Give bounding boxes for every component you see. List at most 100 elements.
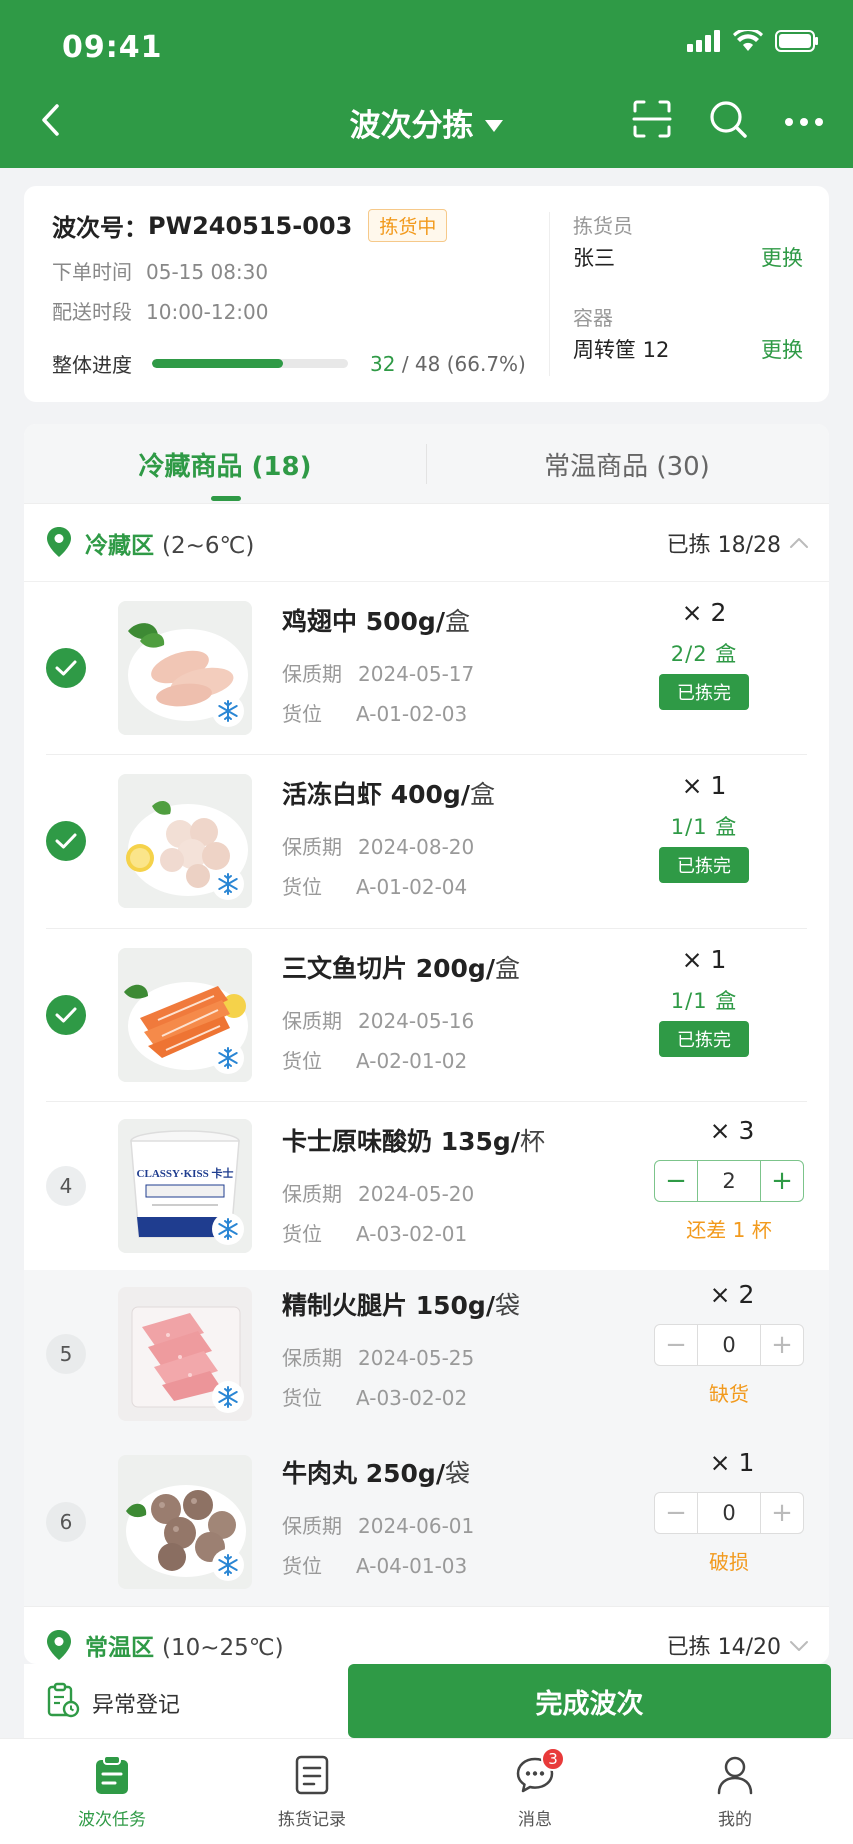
picked-complete-badge: 已拣完 [659,1021,749,1057]
complete-wave-button[interactable]: 完成波次 [348,1664,831,1738]
decrement-button[interactable]: − [655,1325,697,1365]
container-value: 周转筐 12 [573,338,670,362]
location-value: A-02-01-02 [356,1049,468,1073]
tab-refrigerated[interactable]: 冷藏商品 (18) [24,424,426,504]
change-container-link[interactable]: 更换 [761,334,803,364]
exception-report-label: 异常登记 [92,1693,181,1718]
list-item[interactable]: 6 牛肉丸 250g/袋 保质期 2024-06-01 货位 A-04-01-03 … [24,1438,829,1606]
product-spec: 500g/ [365,607,445,636]
zone-header-cold[interactable]: 冷藏区 (2~6℃) 已拣 18/28 [24,504,829,582]
shelf-life-label: 保质期 [282,835,342,859]
tab-label: 消息 [518,1810,552,1830]
unread-badge: 3 [541,1747,565,1771]
search-button[interactable] [705,98,751,144]
app-header: 09:41 波次分拣 [0,0,853,168]
tab-ambient[interactable]: 常温商品 (30) [426,424,828,504]
document-icon [290,1753,334,1797]
product-image [118,601,252,735]
shelf-life-value: 2024-08-20 [358,835,475,859]
picked-qty: 1/1 盒 [670,989,738,1013]
location-value: A-04-01-03 [356,1554,468,1578]
snowflake-icon [212,1381,244,1413]
tab-label: 波次任务 [78,1810,146,1830]
decrement-button[interactable]: − [655,1493,697,1533]
scan-icon [632,99,672,143]
item-index: 6 [46,1502,86,1542]
list-item[interactable]: 5 精制火腿片 150g/袋 保质期 2024-05-25 货位 A-03-02-0… [24,1270,829,1438]
quantity-value[interactable]: 0 [697,1325,761,1365]
product-unit: 盒 [444,607,470,636]
container-label: 容器 [573,306,613,330]
tab-wave-tasks[interactable]: 波次任务 [42,1753,182,1830]
more-icon [784,112,824,131]
progress-bar-fill [152,359,283,368]
required-qty: × 1 [709,1448,755,1477]
list-item[interactable]: 鸡翅中 500g/盒 保质期 2024-05-17 货位 A-01-02-03 × … [24,582,829,755]
product-title: 卡士原味酸奶 [282,1127,433,1156]
more-button[interactable] [781,98,827,144]
increment-button[interactable]: + [761,1161,803,1201]
zone-name: 常温区 (10~25℃) [85,1628,284,1662]
change-picker-link[interactable]: 更换 [761,242,803,272]
shelf-life-value: 2024-05-16 [358,1009,475,1033]
snowflake-icon [212,1042,244,1074]
bottom-tab-bar: 波次任务 拣货记录 3 消息 我的 [0,1738,853,1844]
overall-progress: 整体进度 32 / 48 (66.7%) [52,349,526,378]
location-label: 货位 [282,702,322,726]
location-row: 货位 A-03-02-02 [282,1382,467,1411]
list-item[interactable]: 4 CLASSY·KISS 卡士 卡士原味酸奶 135g/杯 保质期 2024-0… [24,1102,829,1270]
quantity-stepper: − 2 + [654,1160,804,1202]
shelf-life-label: 保质期 [282,1182,342,1206]
product-title: 鸡翅中 [282,607,358,636]
required-qty: × 1 [681,945,727,974]
shelf-life-row: 保质期 2024-05-25 [282,1342,474,1371]
wave-number-label: 波次号： [52,214,148,242]
location-label: 货位 [282,1554,322,1578]
zone-temperature: (10~25℃) [162,1635,284,1661]
location-pin-icon [46,526,72,562]
location-label: 货位 [282,1222,322,1246]
picked-qty: 1/1 盒 [670,815,738,839]
product-unit: 袋 [494,1291,520,1320]
item-index: 5 [46,1334,86,1374]
tab-pick-records[interactable]: 拣货记录 [242,1753,382,1830]
location-label: 货位 [282,1049,322,1073]
shelf-life-value: 2024-05-25 [358,1346,475,1370]
product-image: CLASSY·KISS 卡士 [118,1119,252,1253]
list-item[interactable]: 三文鱼切片 200g/盒 保质期 2024-05-16 货位 A-02-01-02 … [24,929,829,1102]
nav-bar: 波次分拣 [0,86,853,168]
status-badge: 拣货中 [368,209,448,242]
checkmark-icon [46,648,86,688]
exception-report-button[interactable]: 异常登记 [46,1682,180,1724]
increment-button[interactable]: + [761,1493,803,1533]
product-image [118,1287,252,1421]
status-time: 09:41 [62,30,163,65]
decrement-button[interactable]: − [655,1161,697,1201]
chevron-down-icon [789,1637,809,1656]
quantity-value[interactable]: 2 [697,1161,761,1201]
category-tabs: 冷藏商品 (18) 常温商品 (30) [24,424,829,504]
tab-messages[interactable]: 3 消息 [465,1747,605,1830]
list-item[interactable]: 活冻白虾 400g/盒 保质期 2024-08-20 货位 A-01-02-04 ×… [24,755,829,929]
product-name: 鸡翅中 500g/盒 [282,602,470,638]
zone-header-ambient[interactable]: 常温区 (10~25℃) 已拣 14/20 [24,1606,829,1664]
chevron-up-icon [789,534,809,553]
picked-qty: 2/2 盒 [670,642,738,666]
tab-profile[interactable]: 我的 [665,1753,805,1830]
location-value: A-03-02-01 [356,1222,468,1246]
caret-down-icon [484,105,504,141]
product-name: 精制火腿片 150g/袋 [282,1286,520,1322]
increment-button[interactable]: + [761,1325,803,1365]
zone-name: 冷藏区 (2~6℃) [85,526,254,560]
product-spec: 250g/ [365,1459,445,1488]
location-label: 货位 [282,1386,322,1410]
quantity-value[interactable]: 0 [697,1493,761,1533]
product-title: 牛肉丸 [282,1459,358,1488]
nav-actions [629,98,827,144]
location-row: 货位 A-01-02-04 [282,871,467,900]
zone-name-text: 冷藏区 [85,532,154,559]
out-of-stock-note: 缺货 [709,1382,749,1406]
scan-button[interactable] [629,98,675,144]
product-unit: 杯 [519,1127,545,1156]
yogurt-brand-label: CLASSY·KISS 卡士 [136,1168,234,1180]
